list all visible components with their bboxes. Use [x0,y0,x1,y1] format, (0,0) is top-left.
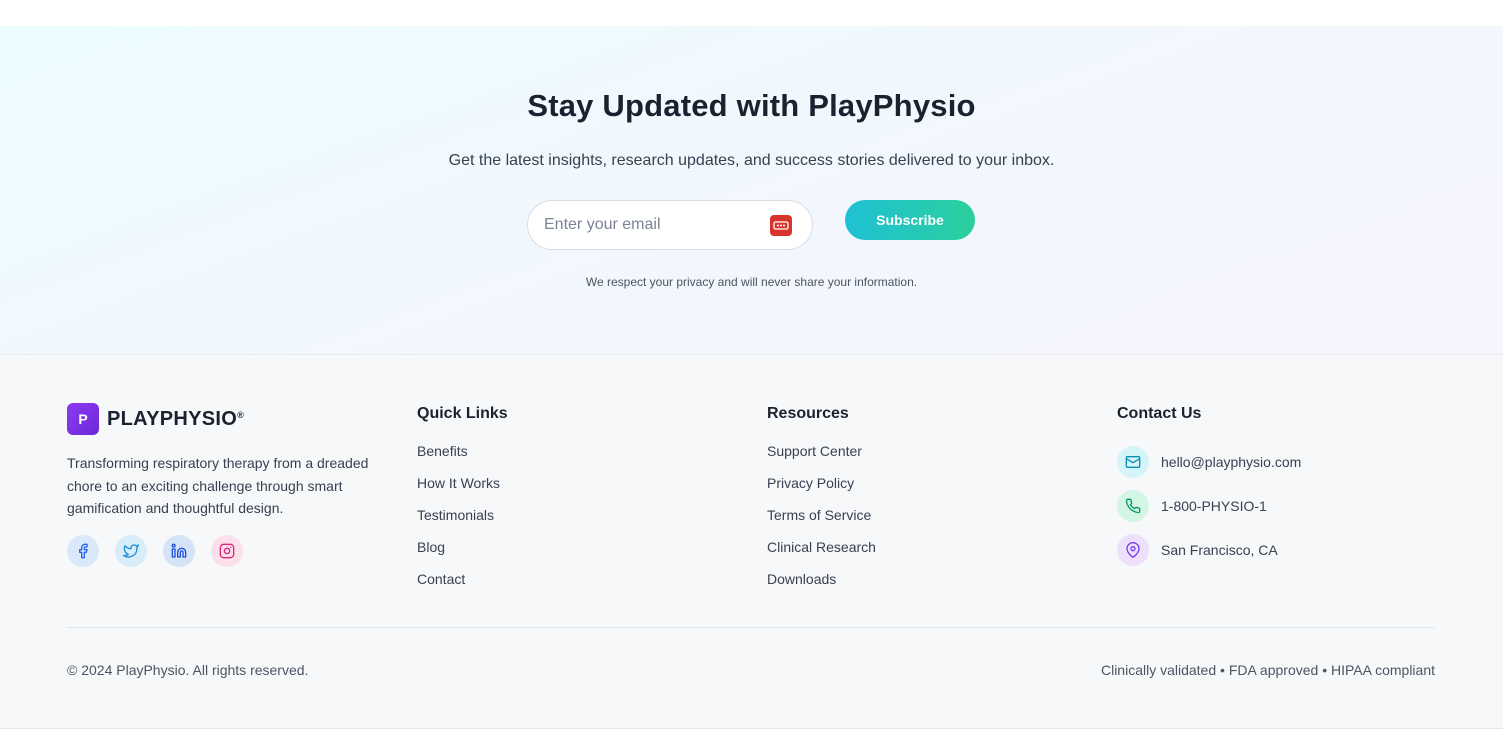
contact-title: Contact Us [1117,405,1202,422]
mail-icon [1117,446,1149,478]
phone-icon [1117,490,1149,522]
contact-phone: 1-800-PHYSIO-1 [1161,498,1267,514]
site-footer: P PLAYPHYSIO® Transforming respiratory t… [0,355,1503,729]
quick-link-testimonials[interactable]: Testimonials [417,506,508,538]
resource-link-support-center[interactable]: Support Center [767,442,876,474]
instagram-icon [219,543,235,559]
quick-link-blog[interactable]: Blog [417,538,508,570]
quick-links-list: Benefits How It Works Testimonials Blog … [417,442,508,602]
instagram-link[interactable] [211,535,243,567]
quick-link-benefits[interactable]: Benefits [417,442,508,474]
facebook-link[interactable] [67,535,99,567]
privacy-note: We respect your privacy and will never s… [585,275,918,289]
compliance-badges: Clinically validated • FDA approved • HI… [1100,662,1435,678]
twitter-link[interactable] [115,535,147,567]
copyright-text: © 2024 PlayPhysio. All rights reserved. [67,662,309,678]
resources-list: Support Center Privacy Policy Terms of S… [767,442,876,602]
map-pin-icon [1117,534,1149,566]
resources-title: Resources [767,405,849,422]
brand-logo[interactable]: P PLAYPHYSIO® [67,403,244,435]
facebook-icon [79,543,88,559]
newsletter-section: Stay Updated with PlayPhysio Get the lat… [0,26,1503,355]
twitter-icon [123,544,139,558]
footer-divider [67,627,1435,628]
contact-list: hello@playphysio.com 1-800-PHYSIO-1 San … [1117,440,1301,572]
quick-link-contact[interactable]: Contact [417,570,508,602]
contact-location: San Francisco, CA [1161,542,1278,558]
contact-email: hello@playphysio.com [1161,454,1302,470]
resource-link-clinical-research[interactable]: Clinical Research [767,538,876,570]
linkedin-link[interactable] [163,535,195,567]
contact-email-row[interactable]: hello@playphysio.com [1117,440,1301,484]
quick-links-title: Quick Links [417,405,508,422]
logo-mark: P [67,403,99,435]
newsletter-subtitle: Get the latest insights, research update… [448,152,1055,169]
linkedin-icon [171,543,187,558]
brand-name-text: PLAYPHYSIO [107,407,238,430]
password-manager-icon[interactable] [770,215,792,236]
subscribe-button[interactable]: Subscribe [845,200,975,240]
resource-link-privacy-policy[interactable]: Privacy Policy [767,474,876,506]
contact-location-row: San Francisco, CA [1117,528,1301,572]
resources-column: Resources Support Center Privacy Policy … [767,405,876,602]
email-field[interactable] [527,200,813,250]
quick-link-how-it-works[interactable]: How It Works [417,474,508,506]
brand-name: PLAYPHYSIO® [107,408,244,431]
contact-phone-row[interactable]: 1-800-PHYSIO-1 [1117,484,1301,528]
quick-links-column: Quick Links Benefits How It Works Testim… [417,405,508,602]
newsletter-title: Stay Updated with PlayPhysio [527,88,976,123]
resource-link-terms-of-service[interactable]: Terms of Service [767,506,876,538]
top-strip [0,0,1503,26]
contact-column: Contact Us hello@playphysio.com 1-800-PH… [1117,405,1301,572]
trademark-symbol: ® [237,409,245,420]
email-input[interactable] [544,201,764,249]
resource-link-downloads[interactable]: Downloads [767,570,876,602]
social-links [67,535,243,567]
brand-description: Transforming respiratory therapy from a … [67,455,369,516]
